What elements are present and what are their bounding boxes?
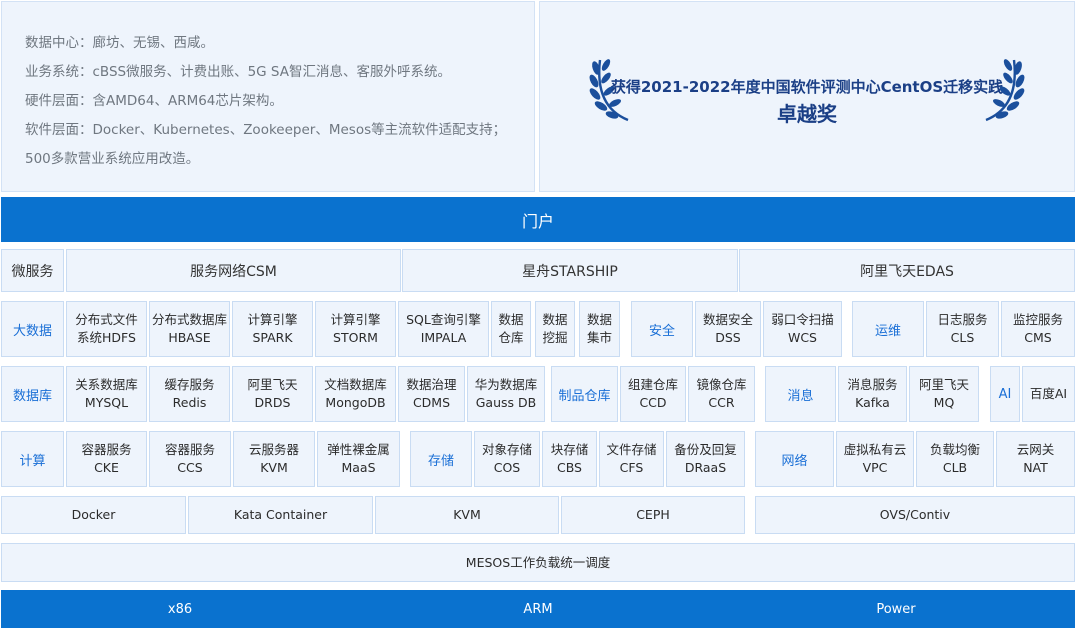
database-gaussdb: 华为数据库 Gauss DB <box>467 366 545 422</box>
bigdata-mart: 数据 集市 <box>579 301 620 357</box>
ops-cms: 监控服务 CMS <box>1001 301 1075 357</box>
compute-cke: 容器服务 CKE <box>66 431 147 487</box>
compute-kvm: 云服务器 KVM <box>233 431 315 487</box>
microservice-starship: 星舟STARSHIP <box>402 249 738 292</box>
database-cdms: 数据治理 CDMS <box>398 366 465 422</box>
info-line-apps: 500多款营业系统应用改造。 <box>25 151 200 167</box>
bigdata-warehouse: 数据 仓库 <box>491 301 531 357</box>
compute-ccs: 容器服务 CCS <box>149 431 231 487</box>
network-clb: 负载均衡 CLB <box>916 431 994 487</box>
info-panel: 数据中心：廊坊、无锡、西咸。 业务系统：cBSS微服务、计费出账、5G SA智汇… <box>1 1 535 192</box>
security-wcs: 弱口令扫描 WCS <box>763 301 842 357</box>
virt-ceph: CEPH <box>561 496 745 534</box>
storage-category: 存储 <box>410 431 472 487</box>
network-vpc: 虚拟私有云 VPC <box>836 431 914 487</box>
virt-kvm: KVM <box>375 496 559 534</box>
network-nat: 云网关 NAT <box>996 431 1075 487</box>
hardware-bar: x86 ARM Power <box>1 590 1075 628</box>
portal-label: 门户 <box>521 211 554 231</box>
hardware-x86: x86 <box>167 601 193 617</box>
ops-category: 运维 <box>852 301 924 357</box>
hardware-arm: ARM <box>523 601 553 617</box>
virt-kata: Kata Container <box>188 496 373 534</box>
bigdata-category: 大数据 <box>1 301 64 357</box>
database-mysql: 关系数据库 MYSQL <box>66 366 147 422</box>
microservice-category: 微服务 <box>1 249 64 292</box>
message-category: 消息 <box>765 366 836 422</box>
compute-category: 计算 <box>1 431 64 487</box>
database-mongodb: 文档数据库 MongoDB <box>315 366 396 422</box>
ai-baidu: 百度AI <box>1022 366 1075 422</box>
bigdata-storm: 计算引擎 STORM <box>315 301 396 357</box>
virt-docker: Docker <box>1 496 186 534</box>
ai-category: AI <box>990 366 1020 422</box>
message-kafka: 消息服务 Kafka <box>838 366 907 422</box>
network-category: 网络 <box>755 431 834 487</box>
ops-cls: 日志服务 CLS <box>926 301 999 357</box>
security-dss: 数据安全 DSS <box>695 301 761 357</box>
info-line-hardware: 硬件层面：含AMD64、ARM64芯片架构。 <box>25 93 283 109</box>
hardware-power: Power <box>876 601 916 617</box>
info-line-datacenter: 数据中心：廊坊、无锡、西咸。 <box>25 35 214 51</box>
artifact-category: 制品仓库 <box>551 366 618 422</box>
compute-maas: 弹性裸金属 MaaS <box>317 431 400 487</box>
virt-ovs: OVS/Contiv <box>755 496 1075 534</box>
portal-bar: 门户 <box>1 197 1075 242</box>
storage-cbs: 块存储 CBS <box>542 431 597 487</box>
laurel-right-icon <box>985 59 1025 122</box>
microservice-csm: 服务网络CSM <box>66 249 401 292</box>
info-line-software: 软件层面：Docker、Kubernetes、Zookeeper、Mesos等主… <box>25 122 507 138</box>
award-panel: 获得2021-2022年度中国软件评测中心CentOS迁移实践 卓越奖 <box>539 1 1075 192</box>
message-mq: 阿里飞天 MQ <box>909 366 979 422</box>
security-category: 安全 <box>631 301 693 357</box>
database-category: 数据库 <box>1 366 64 422</box>
mesos-scheduler: MESOS工作负载统一调度 <box>1 543 1075 582</box>
bigdata-mining: 数据 挖掘 <box>535 301 575 357</box>
bigdata-hdfs: 分布式文件 系统HDFS <box>66 301 147 357</box>
database-redis: 缓存服务 Redis <box>149 366 230 422</box>
storage-cos: 对象存储 COS <box>474 431 540 487</box>
artifact-ccr: 镜像仓库 CCR <box>688 366 755 422</box>
storage-draas: 备份及回复 DRaaS <box>666 431 745 487</box>
bigdata-spark: 计算引擎 SPARK <box>232 301 313 357</box>
database-drds: 阿里飞天 DRDS <box>232 366 313 422</box>
info-line-business: 业务系统：cBSS微服务、计费出账、5G SA智汇消息、客服外呼系统。 <box>25 64 451 80</box>
bigdata-impala: SQL查询引擎 IMPALA <box>398 301 489 357</box>
artifact-ccd: 组建仓库 CCD <box>620 366 686 422</box>
bigdata-hbase: 分布式数据库 HBASE <box>149 301 230 357</box>
storage-cfs: 文件存储 CFS <box>599 431 664 487</box>
microservice-edas: 阿里飞天EDAS <box>739 249 1075 292</box>
